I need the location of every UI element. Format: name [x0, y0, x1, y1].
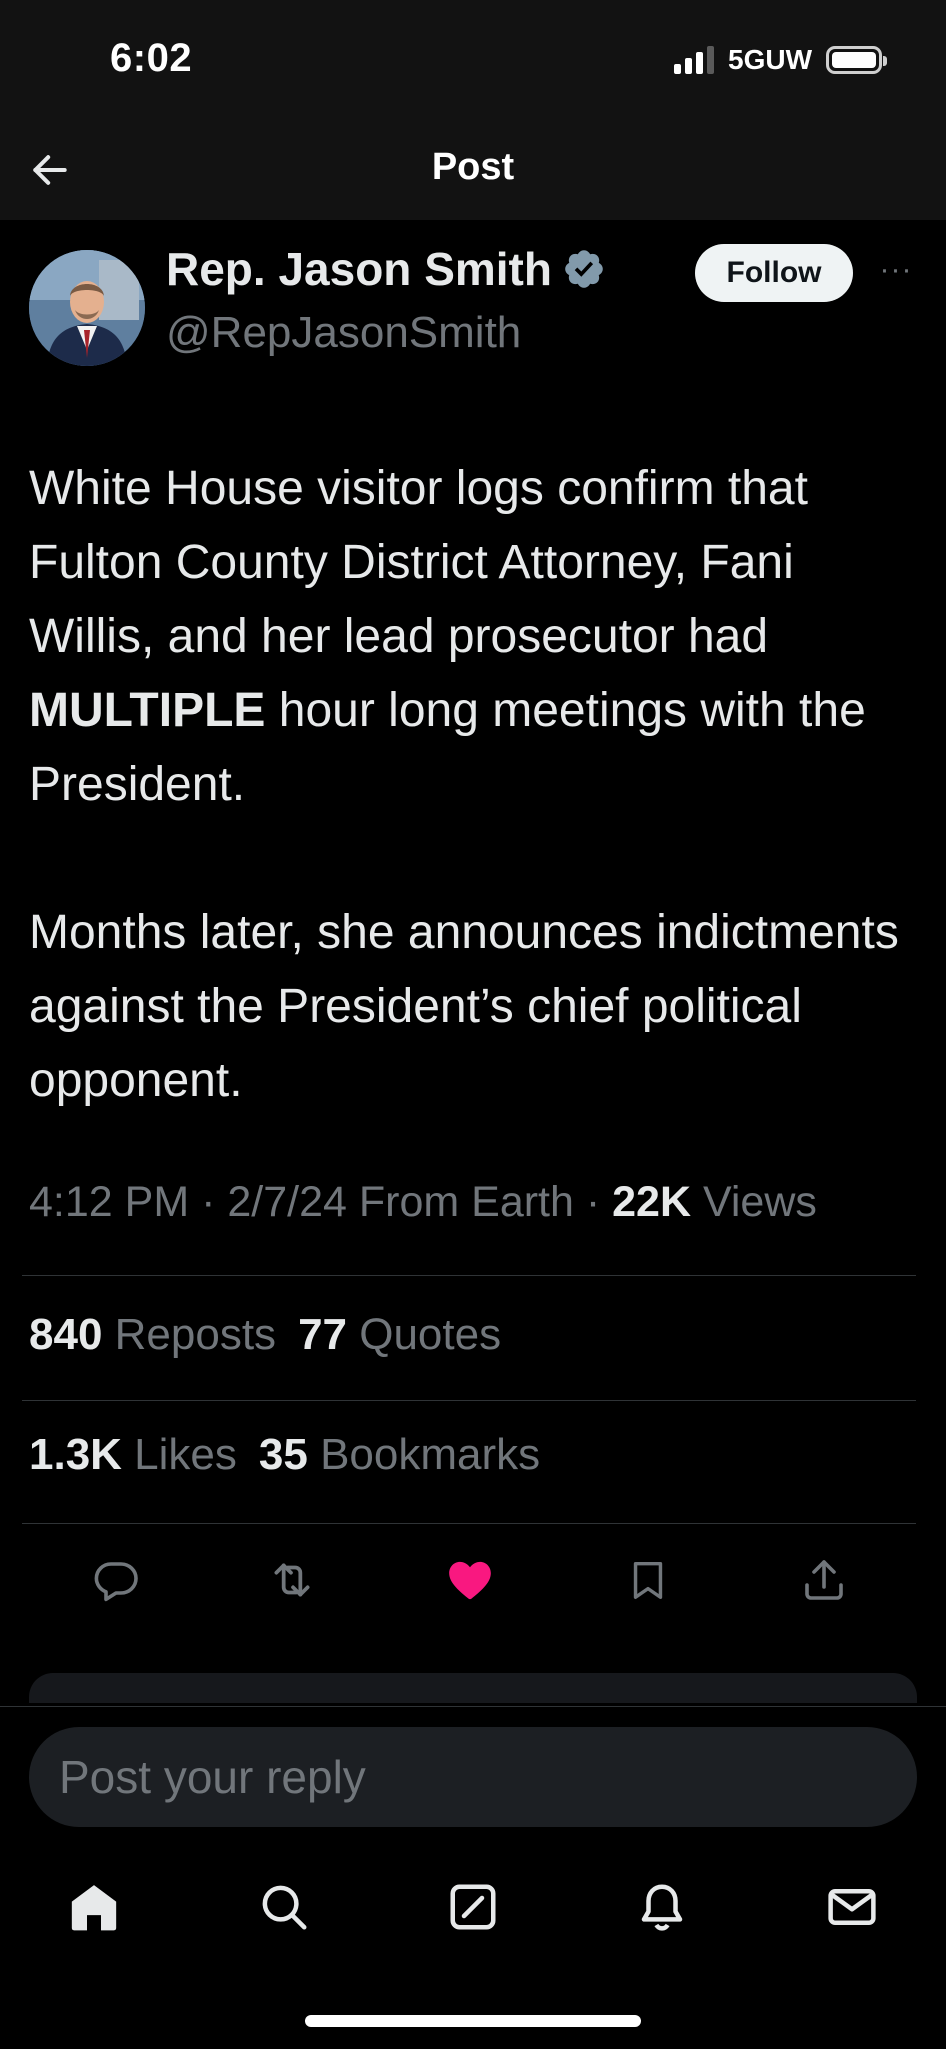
post-source: From Earth: [346, 1178, 574, 1226]
reply-card-peek: [29, 1673, 917, 1703]
meta-separator: ·: [573, 1178, 613, 1226]
quotes-count: 77: [298, 1310, 348, 1359]
reply-icon: [94, 1562, 138, 1602]
home-icon: [71, 1885, 117, 1931]
bookmarks-label: Bookmarks: [307, 1430, 541, 1479]
share-icon: [805, 1560, 843, 1600]
author-name: Rep. Jason Smith: [166, 243, 552, 295]
tab-home[interactable]: [62, 1875, 126, 1939]
repost-button[interactable]: [262, 1550, 322, 1610]
post-actions: [0, 1550, 946, 1620]
author-handle[interactable]: @RepJasonSmith: [166, 308, 521, 358]
battery-icon: [826, 46, 887, 74]
likes-stat[interactable]: 1.3K Likes: [29, 1430, 237, 1479]
views-count[interactable]: 22K: [612, 1178, 691, 1226]
bookmarks-count: 35: [258, 1430, 308, 1479]
reposts-stat[interactable]: 840 Reposts: [29, 1310, 276, 1359]
status-bar: 6:02 5GUW: [0, 0, 946, 120]
more-options-icon[interactable]: ···: [876, 250, 916, 290]
status-time: 6:02: [110, 36, 193, 80]
tab-search[interactable]: [252, 1875, 316, 1939]
status-indicators: 5GUW: [674, 44, 887, 76]
bookmark-button[interactable]: [618, 1550, 678, 1610]
quotes-label: Quotes: [347, 1310, 502, 1359]
post-paragraph-2: Months later, she announces indictments …: [29, 906, 899, 1107]
avatar-image: [29, 250, 145, 366]
post-date: 2/7/24: [227, 1178, 347, 1226]
reply-button[interactable]: [86, 1550, 146, 1610]
grok-icon: [450, 1884, 496, 1930]
meta-separator: ·: [189, 1178, 228, 1226]
page-title: Post: [431, 146, 515, 188]
tab-messages[interactable]: [820, 1875, 884, 1939]
likes-label: Likes: [121, 1430, 237, 1479]
tab-bar: [0, 1875, 946, 1955]
like-button[interactable]: [440, 1550, 500, 1610]
post-text: White House visitor logs confirm that Fu…: [29, 452, 919, 1118]
post-paragraph-1: White House visitor logs confirm that Fu…: [29, 452, 919, 822]
nav-bar: Post: [0, 120, 946, 220]
bookmark-icon: [633, 1561, 663, 1599]
likes-count: 1.3K: [29, 1430, 122, 1479]
post-text-emphasis: MULTIPLE: [29, 684, 266, 737]
views-label: Views: [691, 1178, 817, 1226]
stats-row-reposts: 840 Reposts 77 Quotes: [29, 1310, 501, 1360]
tab-grok[interactable]: [441, 1875, 505, 1939]
bookmarks-stat[interactable]: 35 Bookmarks: [259, 1430, 540, 1479]
repost-icon: [274, 1563, 310, 1597]
author-name-row[interactable]: Rep. Jason Smith: [166, 242, 606, 296]
bottom-bar: Post your reply: [0, 1706, 946, 2049]
battery-fill: [832, 52, 876, 68]
tab-notifications[interactable]: [630, 1875, 694, 1939]
home-indicator[interactable]: [305, 2015, 641, 2027]
post-time: 4:12 PM: [29, 1178, 190, 1226]
network-label: 5GUW: [728, 44, 812, 75]
quotes-stat[interactable]: 77 Quotes: [298, 1310, 501, 1359]
notifications-icon: [641, 1884, 683, 1931]
divider: [22, 1400, 916, 1401]
share-button[interactable]: [794, 1550, 854, 1610]
follow-button[interactable]: Follow: [695, 244, 853, 302]
search-icon: [262, 1885, 307, 1930]
verified-badge-icon: [565, 250, 603, 288]
divider: [22, 1275, 916, 1276]
divider: [22, 1523, 916, 1524]
like-icon: [449, 1561, 491, 1600]
reposts-label: Reposts: [102, 1310, 277, 1359]
reply-input[interactable]: Post your reply: [29, 1727, 917, 1827]
reposts-count: 840: [29, 1310, 103, 1359]
post-text-part-1: White House visitor logs confirm that Fu…: [29, 462, 808, 663]
signal-icon: [674, 46, 714, 74]
avatar[interactable]: [29, 250, 145, 366]
stats-row-likes: 1.3K Likes 35 Bookmarks: [29, 1430, 540, 1480]
messages-icon: [828, 1889, 876, 1925]
post-meta: 4:12 PM · 2/7/24 From Earth · 22K Views: [29, 1178, 817, 1227]
